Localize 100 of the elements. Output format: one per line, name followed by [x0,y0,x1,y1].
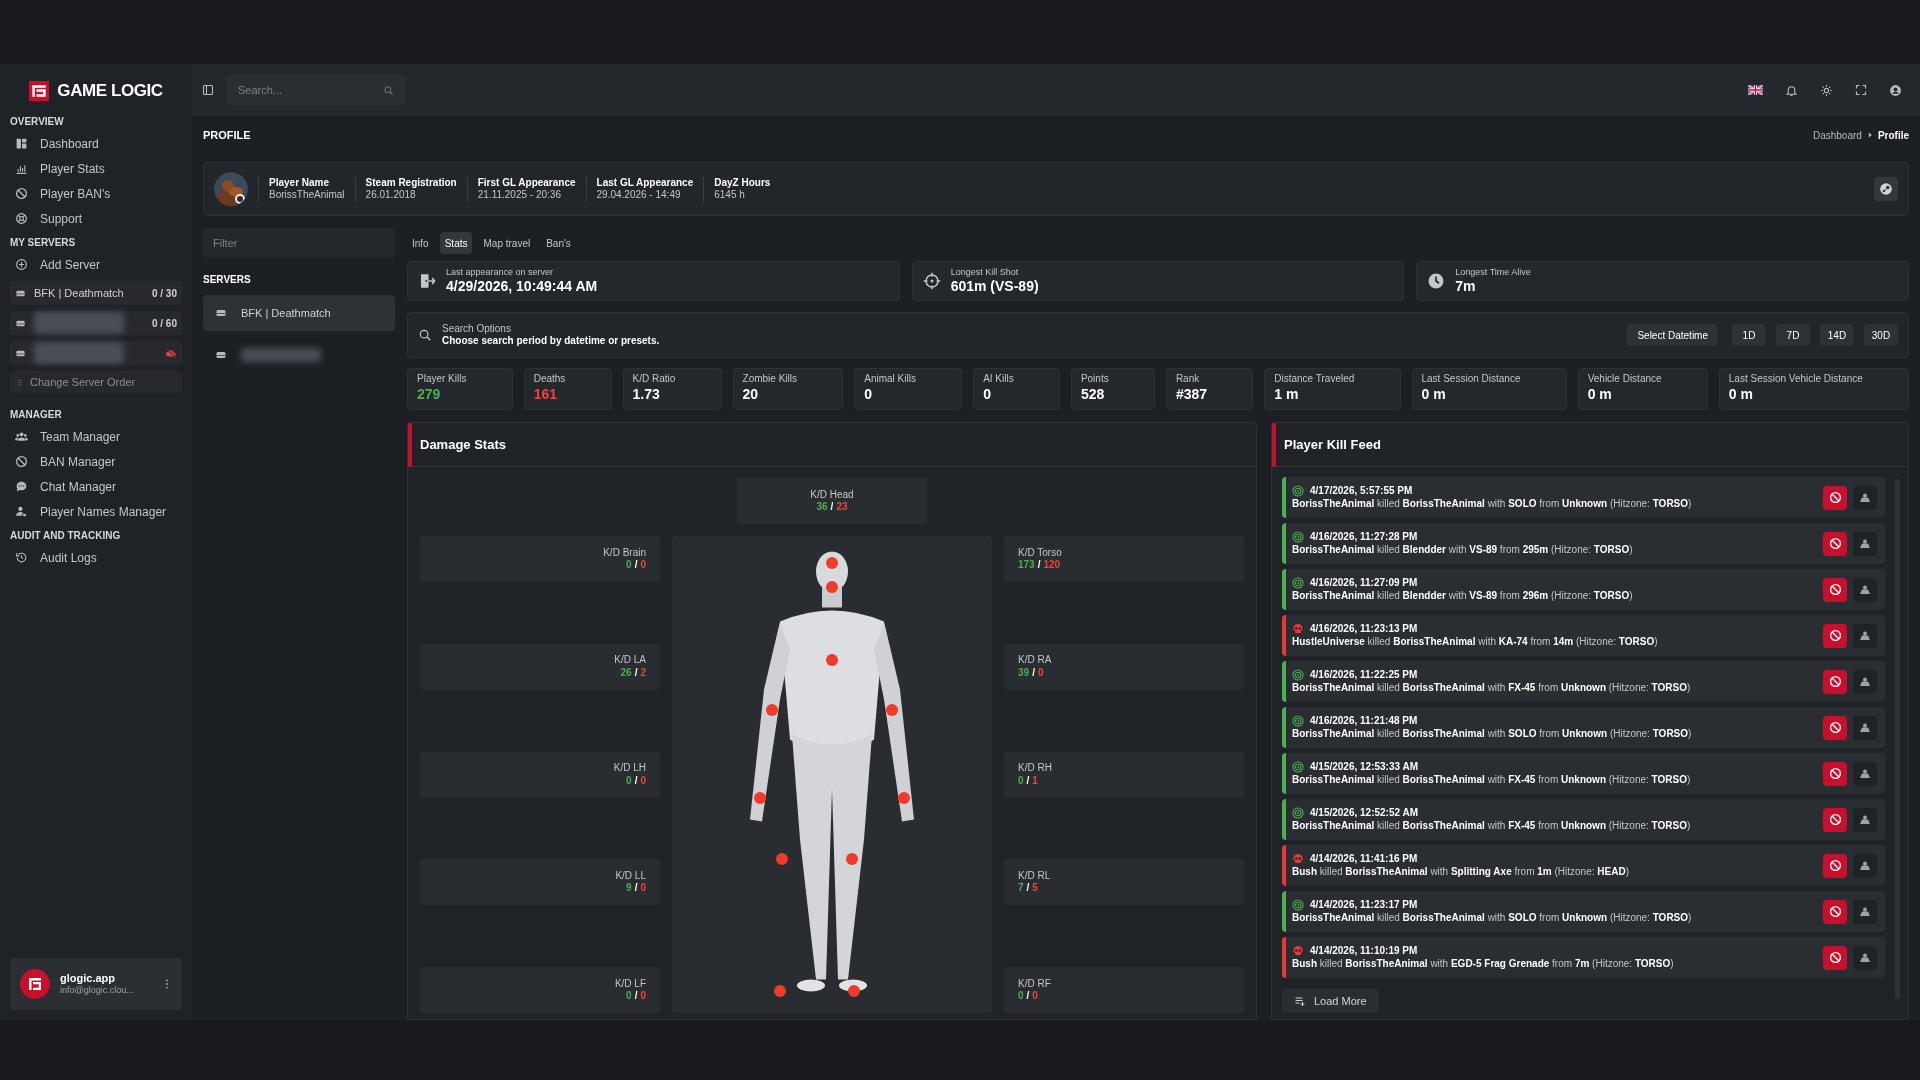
datetime-button[interactable]: Select Datetime [1627,324,1718,346]
field-value: 6145 h [714,189,746,202]
user-edit-icon [15,505,28,518]
tab[interactable]: Ban's [541,232,576,254]
tab[interactable]: Stats [439,232,473,254]
nav-link[interactable]: Player Names Manager [10,499,182,524]
map-button[interactable] [1853,531,1877,556]
zone-label: K/D RA [1018,654,1052,667]
separator: / [1026,882,1030,894]
flag-icon[interactable] [1748,85,1763,95]
stat-value: 0 m [1421,385,1447,403]
search-field[interactable]: Search... [226,75,406,105]
field-value: 29.04.2026 - 14:49 [596,189,682,202]
sun-icon[interactable] [1820,83,1833,97]
account-card[interactable]: glogic.app info@glogic.clou... [10,958,182,1010]
target-icon [1292,715,1304,728]
ban-icon [15,187,28,200]
kill-count: 0 [626,559,632,570]
load-more-button[interactable]: Load More [1282,989,1379,1013]
ban-button[interactable] [1823,761,1847,786]
ban-icon [1828,537,1842,550]
ban-button[interactable] [1823,853,1847,878]
nav-link[interactable]: Dashboard [10,131,182,156]
death-count: 0 [640,559,646,570]
nav-link[interactable]: Team Manager [10,424,182,449]
map-button[interactable] [1853,945,1877,970]
preset-button[interactable]: 14D [1820,324,1854,346]
logo-icon [29,81,50,101]
feed-message: BorissTheAnimal killed BorissTheAnimal with FX-45 from Unknown (Hitzone: TORSO) [1292,681,1692,694]
bell-icon[interactable] [1785,83,1798,97]
zone-label: K/D LF [614,977,646,990]
stat-value: 20 [742,385,760,403]
server-item[interactable]: BFK | Deathmatch [203,295,395,331]
ban-icon [1828,767,1842,780]
server-item[interactable]: 0 / 60 [10,311,182,335]
stat-label: Player Kills [417,373,468,386]
nav-link[interactable]: Add Server [10,252,182,277]
ban-button[interactable] [1823,899,1847,924]
change-order-button[interactable]: Change Server Order [10,371,182,393]
kill-count: 39 [1018,666,1030,678]
history-icon [15,551,28,564]
feed-message: BorissTheAnimal killed Blendder with VS-89 from 296m (Hitzone: TORSO) [1292,589,1634,602]
plus-icon [15,258,28,271]
fullscreen-icon[interactable] [1855,84,1867,96]
kill-count: 7 [1018,882,1024,894]
server-name: BFK | Deathmatch [241,305,331,321]
card-value: 4/29/2026, 10:49:44 AM [446,277,598,296]
map-button[interactable] [1853,715,1877,740]
map-button[interactable] [1853,485,1877,510]
server-item[interactable]: BFK | Deathmatch 0 / 30 [10,281,182,305]
tab[interactable]: Info [407,232,434,254]
field-label: First GL Appearance [477,176,576,189]
preset-button[interactable]: 7D [1776,324,1810,346]
separator: / [634,882,638,894]
ban-button[interactable] [1823,531,1847,556]
nav-link[interactable]: Player BAN's [10,181,182,206]
breadcrumb-link[interactable]: Dashboard [1812,127,1862,143]
ban-button[interactable] [1823,807,1847,832]
map-button[interactable] [1853,669,1877,694]
map-button[interactable] [1853,761,1877,786]
nav-link[interactable]: Chat Manager [10,474,182,499]
steam-icon [1879,182,1893,196]
field-value: 26.01.2018 [365,189,417,202]
nav-link[interactable]: Player Stats [10,156,182,181]
app-logo: GAME LOGIC [57,80,163,103]
map-button[interactable] [1853,899,1877,924]
map-button[interactable] [1853,577,1877,602]
user-icon[interactable] [1889,83,1902,97]
breadcrumb-link[interactable]: Profile [1877,127,1909,143]
ban-button[interactable] [1823,485,1847,510]
steam-button[interactable] [1874,177,1898,201]
zone-label: K/D Torso [1018,546,1062,559]
stat-label: K/D Ratio [632,373,677,386]
nav-link[interactable]: Support [10,206,182,231]
map-button[interactable] [1853,853,1877,878]
ban-icon [1828,859,1842,872]
ban-button[interactable] [1823,623,1847,648]
page-title: PROFILE [203,127,251,143]
kill-count: 9 [626,882,632,894]
ban-button[interactable] [1823,577,1847,602]
map-button[interactable] [1853,623,1877,648]
map-button[interactable] [1853,807,1877,832]
separator: / [634,666,638,678]
nav-link[interactable]: BAN Manager [10,449,182,474]
ban-button[interactable] [1823,945,1847,970]
preset-button[interactable]: 30D [1864,324,1898,346]
preset-button[interactable]: 1D [1732,324,1766,346]
timestamp: 4/16/2026, 11:22:25 PM [1310,669,1418,682]
timestamp: 4/15/2026, 12:52:52 AM [1310,807,1419,820]
skull-icon [1292,623,1304,636]
sidebar-toggle-icon[interactable] [202,84,214,96]
ban-button[interactable] [1823,669,1847,694]
nav-link[interactable]: Audit Logs [10,545,182,570]
panel-title: Player Kill Feed [1284,435,1381,454]
tab[interactable]: Map travel [478,232,536,254]
field-label: Steam Registration [365,176,457,189]
timestamp: 4/16/2026, 11:27:28 PM [1310,531,1418,544]
ban-button[interactable] [1823,715,1847,740]
filter-field[interactable]: Filter [203,228,395,258]
server-icon [215,349,227,361]
